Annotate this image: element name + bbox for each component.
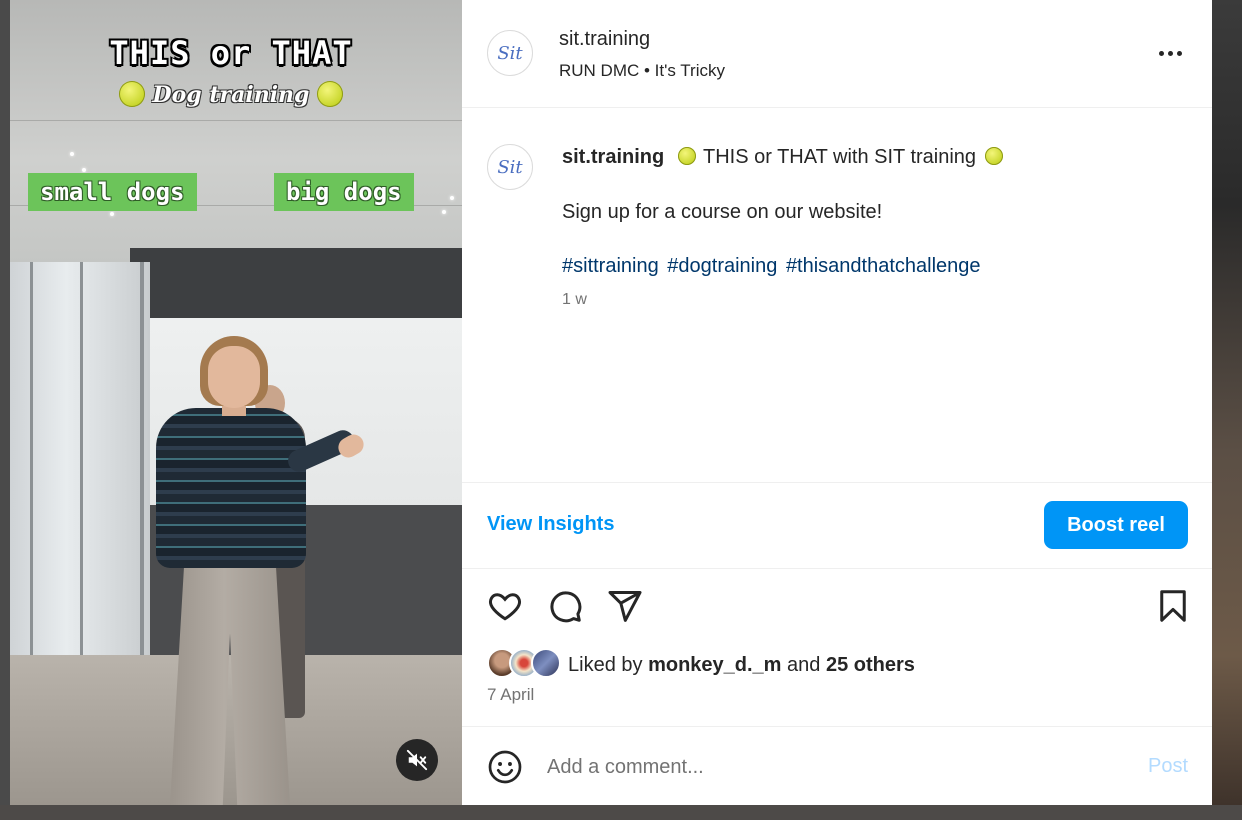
view-insights-link[interactable]: View Insights xyxy=(487,513,614,536)
glass-frame xyxy=(80,262,83,662)
insights-bar: View Insights Boost reel xyxy=(462,482,1212,569)
header-music[interactable]: RUN DMC • It's Tricky xyxy=(559,61,725,81)
profile-avatar[interactable]: Sit xyxy=(487,30,533,76)
speaker-muted-icon xyxy=(406,749,428,771)
ceiling-light xyxy=(82,168,86,172)
reel-video[interactable] xyxy=(10,0,462,805)
post-comment-button[interactable]: Post xyxy=(1148,755,1188,778)
softball-icon xyxy=(118,81,145,107)
boost-reel-button[interactable]: Boost reel xyxy=(1044,501,1188,549)
person-sweater xyxy=(156,408,306,568)
hashtag-link[interactable]: #dogtraining xyxy=(667,255,777,277)
bookmark-icon[interactable] xyxy=(1154,588,1192,624)
header-username[interactable]: sit.training xyxy=(559,28,650,51)
liker-avatars[interactable] xyxy=(487,648,567,680)
liked-by-user[interactable]: monkey_d._m xyxy=(648,654,781,676)
liked-by-prefix: Liked by xyxy=(568,654,643,676)
background-feed xyxy=(1212,0,1242,820)
share-icon[interactable] xyxy=(606,588,644,624)
hashtag-link[interactable]: #thisandthatchallenge xyxy=(786,255,981,277)
glass-frame xyxy=(140,262,144,662)
caption-body: Sign up for a course on our website! xyxy=(562,201,883,223)
post-panel: Sit sit.training RUN DMC • It's Tricky S… xyxy=(462,0,1212,805)
caption-username[interactable]: sit.training xyxy=(562,146,664,168)
background-feed-bottom xyxy=(0,805,1242,820)
dot-icon xyxy=(1158,50,1164,56)
person-face xyxy=(208,346,260,408)
dot-icon xyxy=(1167,50,1173,56)
comment-icon[interactable] xyxy=(546,588,584,624)
ceiling-light xyxy=(70,152,74,156)
softball-icon xyxy=(677,146,696,165)
heart-icon[interactable] xyxy=(486,588,524,624)
hashtag-link[interactable]: #sittraining xyxy=(562,255,659,277)
liked-by-text: Liked by monkey_d._m and 25 others xyxy=(568,654,915,677)
softball-icon xyxy=(317,81,344,107)
more-options-button[interactable] xyxy=(1152,40,1188,66)
caption-line: sit.training THIS or THAT with SIT train… xyxy=(562,146,1003,169)
ceiling-light xyxy=(110,212,114,216)
ceiling-line xyxy=(10,120,462,121)
caption-time[interactable]: 1 w xyxy=(562,291,587,309)
overlay-title: THIS or THAT xyxy=(109,34,353,72)
emoji-icon[interactable] xyxy=(487,749,523,785)
wall-dark-band xyxy=(130,248,462,320)
overlay-tag-left: small dogs xyxy=(28,173,197,211)
overlay-subtitle-text: Dog training xyxy=(152,82,310,108)
post-date[interactable]: 7 April xyxy=(487,685,534,705)
backdrop-left xyxy=(0,0,10,805)
ceiling-light xyxy=(450,196,454,200)
mute-button[interactable] xyxy=(396,739,438,781)
ceiling-light xyxy=(442,210,446,214)
overlay-subtitle: Dog training xyxy=(0,81,462,109)
caption-text: THIS or THAT with SIT training xyxy=(703,146,977,168)
caption-hashtags: #sittraining #dogtraining #thisandthatch… xyxy=(562,255,984,278)
overlay-tag-right: big dogs xyxy=(274,173,414,211)
post-header: Sit sit.training RUN DMC • It's Tricky xyxy=(462,0,1212,108)
softball-icon xyxy=(984,146,1003,165)
caption-avatar[interactable]: Sit xyxy=(487,144,533,190)
dot-icon xyxy=(1176,50,1182,56)
liked-by-others[interactable]: 25 others xyxy=(826,654,915,676)
liked-by-conjunction: and xyxy=(787,654,821,676)
comment-bar: Post xyxy=(462,726,1212,806)
glass-frame xyxy=(30,262,33,662)
comment-input[interactable] xyxy=(547,751,1107,783)
liker-avatar xyxy=(531,648,561,678)
